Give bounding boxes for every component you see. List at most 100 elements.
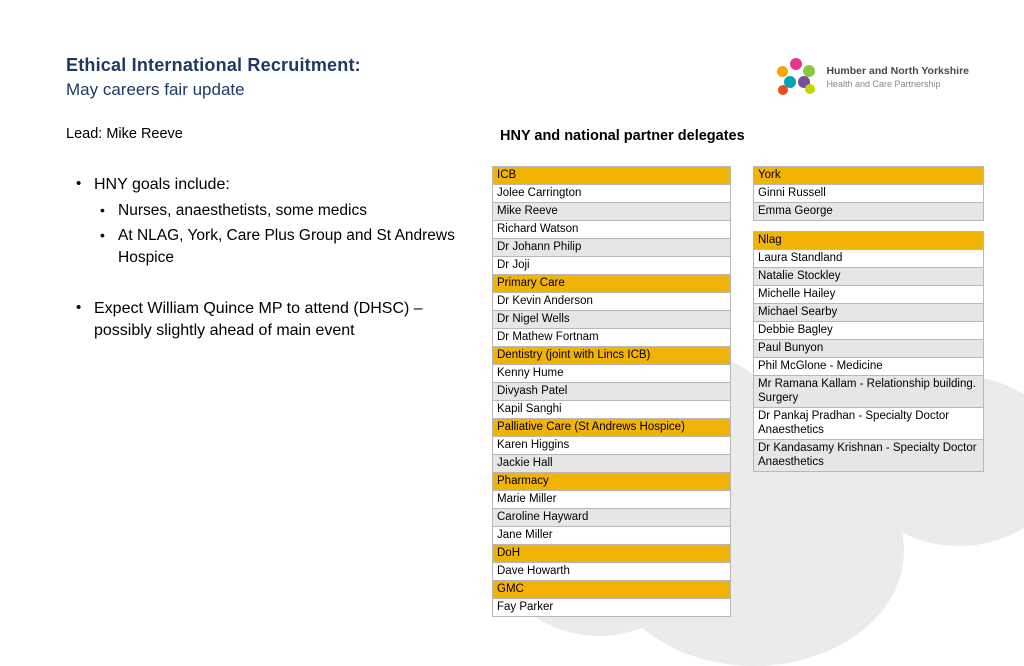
bullet-item: At NLAG, York, Care Plus Group and St An… [66, 224, 466, 269]
bullet-item: Expect William Quince MP to attend (DHSC… [66, 297, 466, 342]
delegates-table-right-bottom: Nlag Laura Standland Natalie Stockley Miche… [753, 231, 984, 472]
table-cell: ICB [492, 166, 731, 185]
table-cell: Dave Howarth [492, 562, 731, 581]
table-cell: Palliative Care (St Andrews Hospice) [492, 418, 731, 437]
logo-text: Humber and North Yorkshire Health and Ca… [826, 65, 969, 90]
table-cell: Richard Watson [492, 220, 731, 239]
bullet-spacer [66, 272, 466, 298]
title-line-primary: Ethical International Recruitment: [66, 55, 361, 75]
logo-dot-icon [790, 58, 803, 70]
table-row: Mr Ramana Kallam - Relationship building… [753, 375, 984, 408]
table-section-header: Dentistry (joint with Lincs ICB) [492, 346, 731, 365]
table-row: Kenny Hume [492, 364, 731, 383]
table-cell: Dentistry (joint with Lincs ICB) [492, 346, 731, 365]
table-section-header: York [753, 166, 984, 185]
table-row: Fay Parker [492, 598, 731, 617]
table-row: Phil McGlone - Medicine [753, 357, 984, 376]
table-row: Richard Watson [492, 220, 731, 239]
table-cell: Emma George [753, 202, 984, 221]
table-row: Paul Bunyon [753, 339, 984, 358]
table-body-right-bottom: Nlag Laura Standland Natalie Stockley Miche… [753, 231, 984, 472]
table-cell: Dr Nigel Wells [492, 310, 731, 329]
table-cell: Laura Standland [753, 249, 984, 268]
table-cell: Nlag [753, 231, 984, 250]
table-cell: Kapil Sanghi [492, 400, 731, 419]
table-cell: DoH [492, 544, 731, 563]
table-row: Dr Mathew Fortnam [492, 328, 731, 347]
table-cell: Dr Joji [492, 256, 731, 275]
table-cell: Michael Searby [753, 303, 984, 322]
table-section-header: Pharmacy [492, 472, 731, 491]
table-section-header: Primary Care [492, 274, 731, 293]
table-row: Dr Kevin Anderson [492, 292, 731, 311]
table-row: Dr Pankaj Pradhan - Specialty Doctor Ana… [753, 407, 984, 440]
table-row: Dr Joji [492, 256, 731, 275]
table-cell: Dr Pankaj Pradhan - Specialty Doctor Ana… [753, 407, 984, 440]
delegates-table-right-top: York Ginni Russell Emma George [753, 166, 984, 221]
page-title: Ethical International Recruitment: May c… [66, 54, 361, 101]
table-section-header: Nlag [753, 231, 984, 250]
delegates-heading: HNY and national partner delegates [500, 128, 745, 144]
table-section-header: GMC [492, 580, 731, 599]
logo-dot-icon [778, 85, 789, 95]
logo-subtitle: Health and Care Partnership [826, 78, 941, 89]
table-cell: Karen Higgins [492, 436, 731, 455]
table-cell: Jolee Carrington [492, 184, 731, 203]
table-cell: Dr Mathew Fortnam [492, 328, 731, 347]
logo-title: Humber and North Yorkshire [826, 64, 969, 77]
table-cell: Caroline Hayward [492, 508, 731, 527]
table-row: Jackie Hall [492, 454, 731, 473]
table-cell: Paul Bunyon [753, 339, 984, 358]
table-row: Michael Searby [753, 303, 984, 322]
table-cell: Mr Ramana Kallam - Relationship building… [753, 375, 984, 408]
organisation-logo: Humber and North Yorkshire Health and Ca… [777, 58, 969, 96]
table-cell: Natalie Stockley [753, 267, 984, 286]
table-row: Jolee Carrington [492, 184, 731, 203]
table-cell: Marie Miller [492, 490, 731, 509]
table-cell: Divyash Patel [492, 382, 731, 401]
table-cell: Ginni Russell [753, 184, 984, 203]
table-row: Natalie Stockley [753, 267, 984, 286]
table-cell: Dr Johann Philip [492, 238, 731, 257]
table-row: Dr Johann Philip [492, 238, 731, 257]
table-cell: Dr Kevin Anderson [492, 292, 731, 311]
bullet-item: Nurses, anaesthetists, some medics [66, 199, 466, 222]
table-row: Ginni Russell [753, 184, 984, 203]
table-row: Jane Miller [492, 526, 731, 545]
table-cell: Fay Parker [492, 598, 731, 617]
lead-label: Lead: Mike Reeve [66, 126, 183, 142]
title-line-secondary: May careers fair update [66, 80, 245, 99]
table-body-right-top: York Ginni Russell Emma George [753, 166, 984, 221]
table-row: Kapil Sanghi [492, 400, 731, 419]
bullet-item: HNY goals include: [66, 173, 466, 196]
logo-dot-icon [777, 66, 789, 77]
table-section-header: DoH [492, 544, 731, 563]
table-row: Dr Kandasamy Krishnan - Specialty Doctor… [753, 439, 984, 472]
table-row: Dave Howarth [492, 562, 731, 581]
table-row: Laura Standland [753, 249, 984, 268]
table-row: Karen Higgins [492, 436, 731, 455]
table-cell: Kenny Hume [492, 364, 731, 383]
table-row: Divyash Patel [492, 382, 731, 401]
delegates-table-left: ICB Jolee Carrington Mike Reeve Richard Wat… [492, 166, 731, 617]
table-cell: Jane Miller [492, 526, 731, 545]
table-cell: Phil McGlone - Medicine [753, 357, 984, 376]
table-row: Emma George [753, 202, 984, 221]
table-section-header: Palliative Care (St Andrews Hospice) [492, 418, 731, 437]
table-cell: Pharmacy [492, 472, 731, 491]
table-row: Marie Miller [492, 490, 731, 509]
logo-dot-icon [805, 84, 816, 94]
table-cell: Primary Care [492, 274, 731, 293]
table-row: Debbie Bagley [753, 321, 984, 340]
table-cell: Jackie Hall [492, 454, 731, 473]
table-cell: York [753, 166, 984, 185]
table-section-header: ICB [492, 166, 731, 185]
table-cell: Debbie Bagley [753, 321, 984, 340]
bullet-list: HNY goals include: Nurses, anaesthetists… [66, 173, 466, 346]
table-body-left: ICB Jolee Carrington Mike Reeve Richard Wat… [492, 166, 731, 617]
table-row: Caroline Hayward [492, 508, 731, 527]
logo-mark-icon [777, 58, 817, 96]
table-row: Mike Reeve [492, 202, 731, 221]
table-row: Michelle Hailey [753, 285, 984, 304]
table-cell: Michelle Hailey [753, 285, 984, 304]
